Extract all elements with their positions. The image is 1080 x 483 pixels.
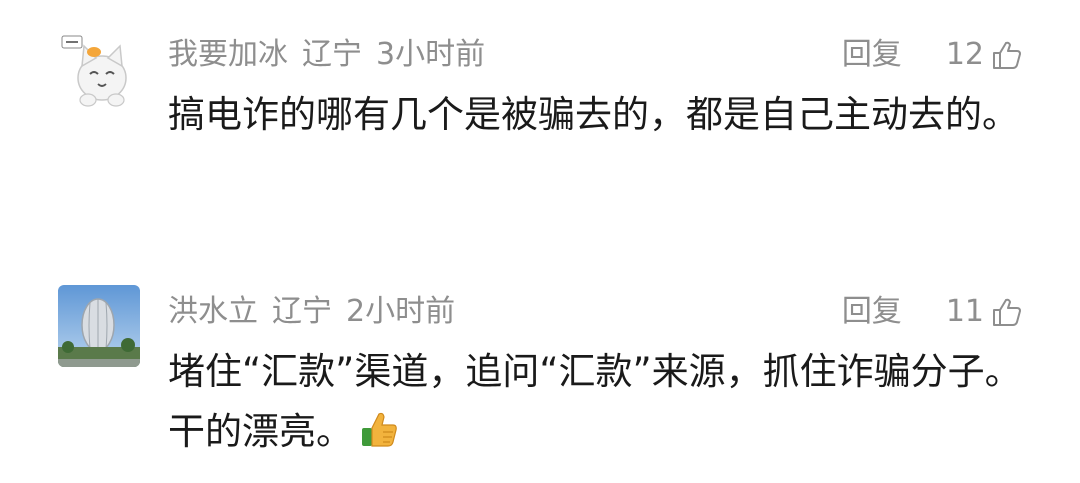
reply-button[interactable]: 回复 (842, 35, 902, 75)
thumbs-up-icon[interactable] (990, 295, 1024, 329)
avatar[interactable] (58, 285, 140, 367)
comment-actions: 回复 12 (842, 35, 1024, 75)
comment-meta: 我要加冰 辽宁 3小时前 (168, 35, 499, 75)
reply-button[interactable]: 回复 (842, 292, 902, 332)
comment-text: 搞电诈的哪有几个是被骗去的，都是自己主动去的。 (168, 93, 1019, 136)
location: 辽宁 (272, 294, 332, 329)
username[interactable]: 洪水立 (168, 294, 258, 329)
avatar[interactable] (58, 30, 140, 112)
thumbs-up-icon[interactable] (990, 38, 1024, 72)
comment-item: 我要加冰 辽宁 3小时前 回复 12 搞电诈的哪有几个是被骗去的，都是自己主动去的。 (0, 0, 1080, 245)
username[interactable]: 我要加冰 (168, 37, 288, 72)
cat-avatar-icon (58, 30, 140, 112)
timestamp: 2小时前 (346, 294, 456, 329)
location: 辽宁 (302, 37, 362, 72)
comment-actions: 回复 11 (842, 292, 1024, 332)
comment-meta: 洪水立 辽宁 2小时前 (168, 292, 469, 332)
like-count: 12 (945, 37, 984, 72)
comment-text-content: 堵住“汇款”渠道，追问“汇款”来源，抓住诈骗分子。干的漂亮。 (168, 350, 1022, 453)
comment-text: 堵住“汇款”渠道，追问“汇款”来源，抓住诈骗分子。干的漂亮。 (168, 342, 1028, 462)
timestamp: 3小时前 (376, 37, 486, 72)
building-avatar-icon (58, 285, 140, 367)
comment-item: 洪水立 辽宁 2小时前 回复 11 堵住“汇款”渠道，追问“汇款”来源，抓住诈骗分子… (0, 245, 1080, 483)
thumbs-up-emoji-icon (362, 412, 397, 447)
like-count: 11 (945, 294, 984, 329)
